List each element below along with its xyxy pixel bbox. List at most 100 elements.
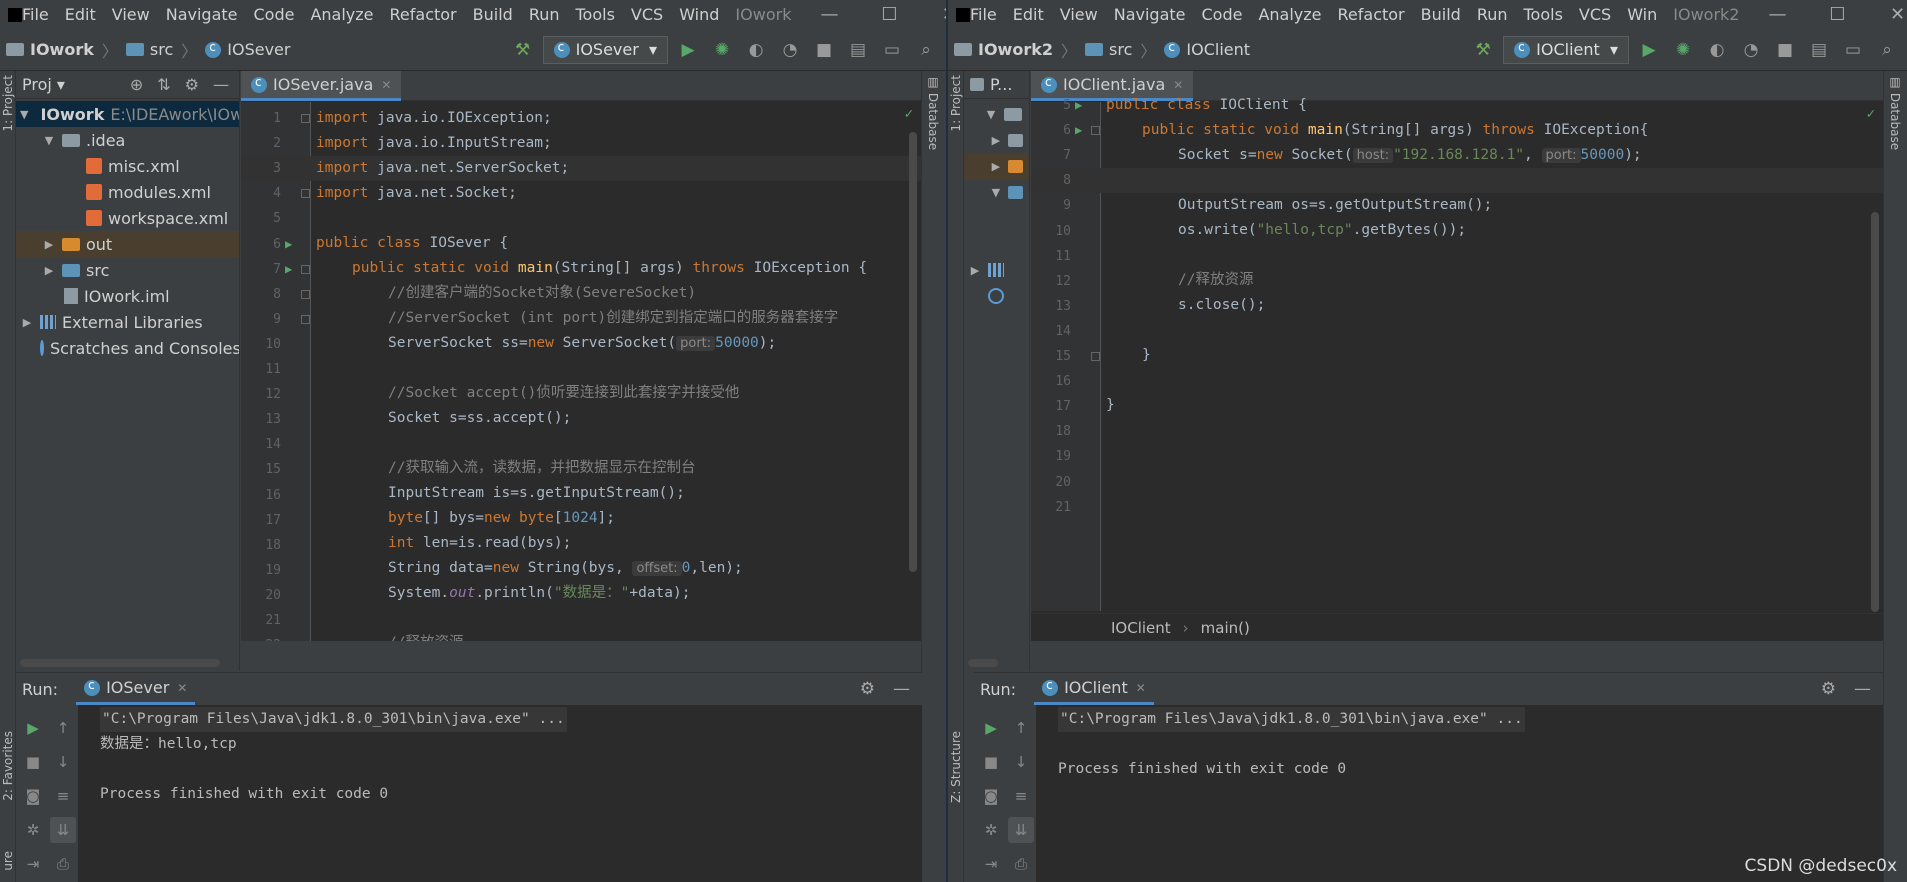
breadcrumb-folder[interactable]: src (120, 40, 179, 59)
line-number[interactable]: 18 (241, 533, 281, 558)
tree-item[interactable]: ▶ (964, 127, 1029, 153)
tree-item-root[interactable]: ▼ (964, 101, 1029, 127)
line-number[interactable]: 22 (241, 633, 281, 641)
build-hammer-icon[interactable]: ⚒ (1469, 36, 1497, 64)
line-number[interactable]: 18 (1031, 419, 1071, 444)
run-config-select[interactable]: IOSever ▾ (542, 35, 668, 64)
breadcrumb-method[interactable]: main() (1201, 619, 1250, 637)
scroll-up-icon[interactable]: ↑ (50, 715, 76, 741)
locate-icon[interactable]: ⊕ (130, 75, 143, 94)
close-tab-icon[interactable]: ✕ (381, 78, 391, 92)
line-number[interactable]: 1 (241, 106, 281, 131)
line-number[interactable]: 19 (1031, 444, 1071, 469)
line-number[interactable]: 9 (241, 307, 281, 332)
line-number[interactable]: 5 (241, 206, 281, 231)
project-view-select[interactable]: P... (990, 75, 1012, 94)
stop-icon[interactable]: ■ (1771, 36, 1799, 64)
line-number[interactable]: 8 (241, 282, 281, 307)
line-number[interactable]: 14 (241, 432, 281, 457)
maximize-button[interactable]: ☐ (1807, 4, 1867, 25)
run-tab-ioclient[interactable]: IOClient✕ (1034, 673, 1154, 705)
expand-arrow-icon[interactable]: ▶ (990, 160, 1002, 173)
collapse-icon[interactable]: ⇅ (157, 75, 170, 94)
menu-edit[interactable]: Edit (57, 5, 104, 24)
breadcrumb-project[interactable]: IOwork2 (948, 40, 1059, 59)
code-line[interactable]: InputStream is=s.getInputStream(); (241, 481, 921, 506)
menu-analyze[interactable]: Analyze (1250, 5, 1329, 24)
fold-marker-icon[interactable] (301, 114, 310, 123)
search-icon[interactable]: ⌕ (1873, 36, 1901, 64)
project-horizontal-scrollbar[interactable] (968, 659, 998, 667)
tree-item-idea[interactable]: ▼ .idea (16, 127, 239, 153)
breadcrumb-file[interactable]: IOClient (1158, 40, 1256, 59)
login-icon[interactable]: ⇥ (978, 851, 1004, 877)
menu-refactor[interactable]: Refactor (382, 5, 465, 24)
hide-icon[interactable]: — (213, 75, 229, 94)
fold-marker-icon[interactable] (301, 264, 310, 274)
settings-icon[interactable]: ✲ (20, 817, 46, 843)
line-number[interactable]: 12 (1031, 269, 1071, 294)
code-line[interactable]: } (1031, 393, 1883, 418)
tree-item-workspace-xml[interactable]: workspace.xml (16, 205, 239, 231)
code-line[interactable]: int len=is.read(bys); (241, 531, 921, 556)
tree-item-scratches[interactable]: Scratches and Consoles (16, 335, 239, 361)
menu-tools[interactable]: Tools (568, 5, 623, 24)
line-number[interactable]: 10 (241, 332, 281, 357)
line-number[interactable]: 11 (1031, 244, 1071, 269)
project-view-select[interactable]: Proj ▾ (22, 75, 65, 94)
structure-tool-label[interactable]: Z: Structure (949, 731, 963, 803)
scroll-up-icon[interactable]: ↑ (1008, 715, 1034, 741)
menu-view[interactable]: View (1052, 5, 1106, 24)
stop-icon[interactable]: ■ (978, 749, 1004, 775)
camera-icon[interactable]: ◙ (978, 783, 1004, 809)
tree-item-iowork[interactable]: ▼ IOwork E:\IDEAwork\IOw (16, 101, 239, 127)
line-number[interactable]: 2 (241, 131, 281, 156)
tree-item-out[interactable]: ▶ out (16, 231, 239, 257)
login-icon[interactable]: ⇥ (20, 851, 46, 877)
editor-vertical-scrollbar[interactable] (909, 132, 917, 572)
breadcrumb-project[interactable]: IOwork (0, 40, 100, 59)
stop-icon[interactable]: ■ (810, 36, 838, 64)
project-structure-icon[interactable]: ▤ (1805, 36, 1833, 64)
code-area[interactable]: public class IOClient { public static vo… (1031, 97, 1883, 612)
fold-marker-icon[interactable] (301, 314, 310, 324)
expand-arrow-icon[interactable]: ▼ (990, 186, 1002, 199)
tree-item-external-libraries[interactable]: ▶ (964, 257, 1029, 283)
close-tab-icon[interactable]: ✕ (177, 681, 187, 695)
coverage-icon[interactable]: ◐ (1703, 36, 1731, 64)
print-icon[interactable]: ⎙ (1008, 851, 1034, 877)
code-line[interactable]: //获取输入流，读数据，并把数据显示在控制台 (241, 456, 921, 481)
menu-navigate[interactable]: Navigate (158, 5, 246, 24)
minimize-button[interactable]: — (1747, 4, 1807, 25)
line-number[interactable]: 3 (241, 156, 281, 181)
line-number[interactable]: 15 (241, 457, 281, 482)
run-gutter-icon[interactable]: ▶ (285, 237, 292, 251)
line-number[interactable]: 21 (1031, 495, 1071, 520)
editor-vertical-scrollbar[interactable] (1871, 212, 1879, 612)
camera-icon[interactable]: ◙ (20, 783, 46, 809)
project-structure-icon[interactable]: ▤ (844, 36, 872, 64)
code-line[interactable]: public class IOClient { (1031, 93, 1883, 118)
code-line[interactable]: //释放资源 (1031, 268, 1883, 293)
line-number[interactable]: 7 (241, 257, 281, 282)
project-tool-label[interactable]: 1: Project (1, 75, 15, 132)
breadcrumb-folder[interactable]: src (1079, 40, 1138, 59)
settings-icon[interactable]: ✲ (978, 817, 1004, 843)
soft-wrap-icon[interactable]: ≡ (50, 783, 76, 809)
expand-arrow-icon[interactable]: ▶ (42, 238, 56, 251)
stop-icon[interactable]: ■ (20, 749, 46, 775)
breadcrumb-class[interactable]: IOClient (1111, 619, 1171, 637)
line-number[interactable]: 5 (1031, 93, 1071, 118)
tree-item-misc-xml[interactable]: misc.xml (16, 153, 239, 179)
expand-arrow-icon[interactable]: ▶ (968, 264, 982, 277)
code-area[interactable]: import java.io.IOException; import java.… (241, 102, 921, 641)
code-line[interactable]: Socket s=new Socket(host: "192.168.128.1"… (1031, 143, 1883, 168)
line-number[interactable]: 13 (1031, 294, 1071, 319)
structure-tool-label[interactable]: ure (1, 851, 15, 871)
line-number[interactable]: 13 (241, 407, 281, 432)
line-number[interactable]: 17 (241, 508, 281, 533)
favorites-tool-label[interactable]: 2: Favorites (1, 731, 15, 801)
coverage-icon[interactable]: ◐ (742, 36, 770, 64)
gear-icon[interactable]: ⚙ (185, 75, 199, 94)
code-line[interactable]: } (1031, 343, 1883, 368)
